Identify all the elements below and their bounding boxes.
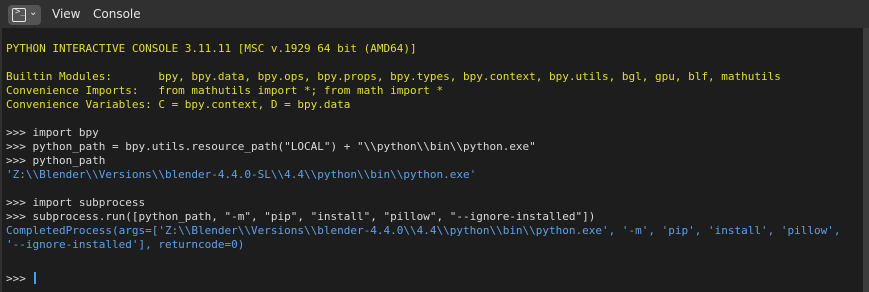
- prompt-glyph-icon: >_: [15, 7, 26, 17]
- scrollbar-track[interactable]: [863, 28, 869, 292]
- view-menu[interactable]: View: [52, 7, 80, 21]
- current-prompt-line[interactable]: >>>: [6, 272, 36, 286]
- editor-type-selector[interactable]: >_ ⌄: [8, 5, 41, 25]
- python-console-window: >_ ⌄ View Console PYTHON INTERACTIVE CON…: [0, 0, 869, 292]
- console-text-area[interactable]: PYTHON INTERACTIVE CONSOLE 3.11.11 [MSC …: [2, 28, 863, 292]
- input-line: >>> python_path = bpy.utils.resource_pat…: [6, 140, 536, 153]
- chevron-down-icon: ⌄: [29, 7, 38, 18]
- input-line: >>> python_path: [6, 154, 106, 167]
- text-cursor: [33, 272, 36, 284]
- input-line: >>> import bpy: [6, 126, 99, 139]
- input-line: >>> import subprocess: [6, 196, 146, 209]
- console-menu[interactable]: Console: [93, 7, 141, 21]
- output-line: '--ignore-installed'], returncode=0): [6, 238, 245, 251]
- convenience-variables-line: Convenience Variables: C = bpy.context, …: [6, 98, 351, 111]
- output-line: 'Z:\\Blender\\Versions\\blender-4.4.0-SL…: [6, 168, 477, 181]
- console-header: >_ ⌄ View Console: [2, 2, 863, 28]
- input-line: >>> subprocess.run([python_path, "-m", "…: [6, 210, 596, 223]
- console-editor-icon: >_: [12, 7, 26, 22]
- prompt: >>>: [6, 272, 33, 285]
- builtin-modules-line: Builtin Modules: bpy, bpy.data, bpy.ops,…: [6, 70, 781, 83]
- convenience-imports-line: Convenience Imports: from mathutils impo…: [6, 84, 444, 97]
- console-banner: PYTHON INTERACTIVE CONSOLE 3.11.11 [MSC …: [6, 42, 417, 55]
- output-line: CompletedProcess(args=['Z:\\Blender\\Ver…: [6, 224, 841, 237]
